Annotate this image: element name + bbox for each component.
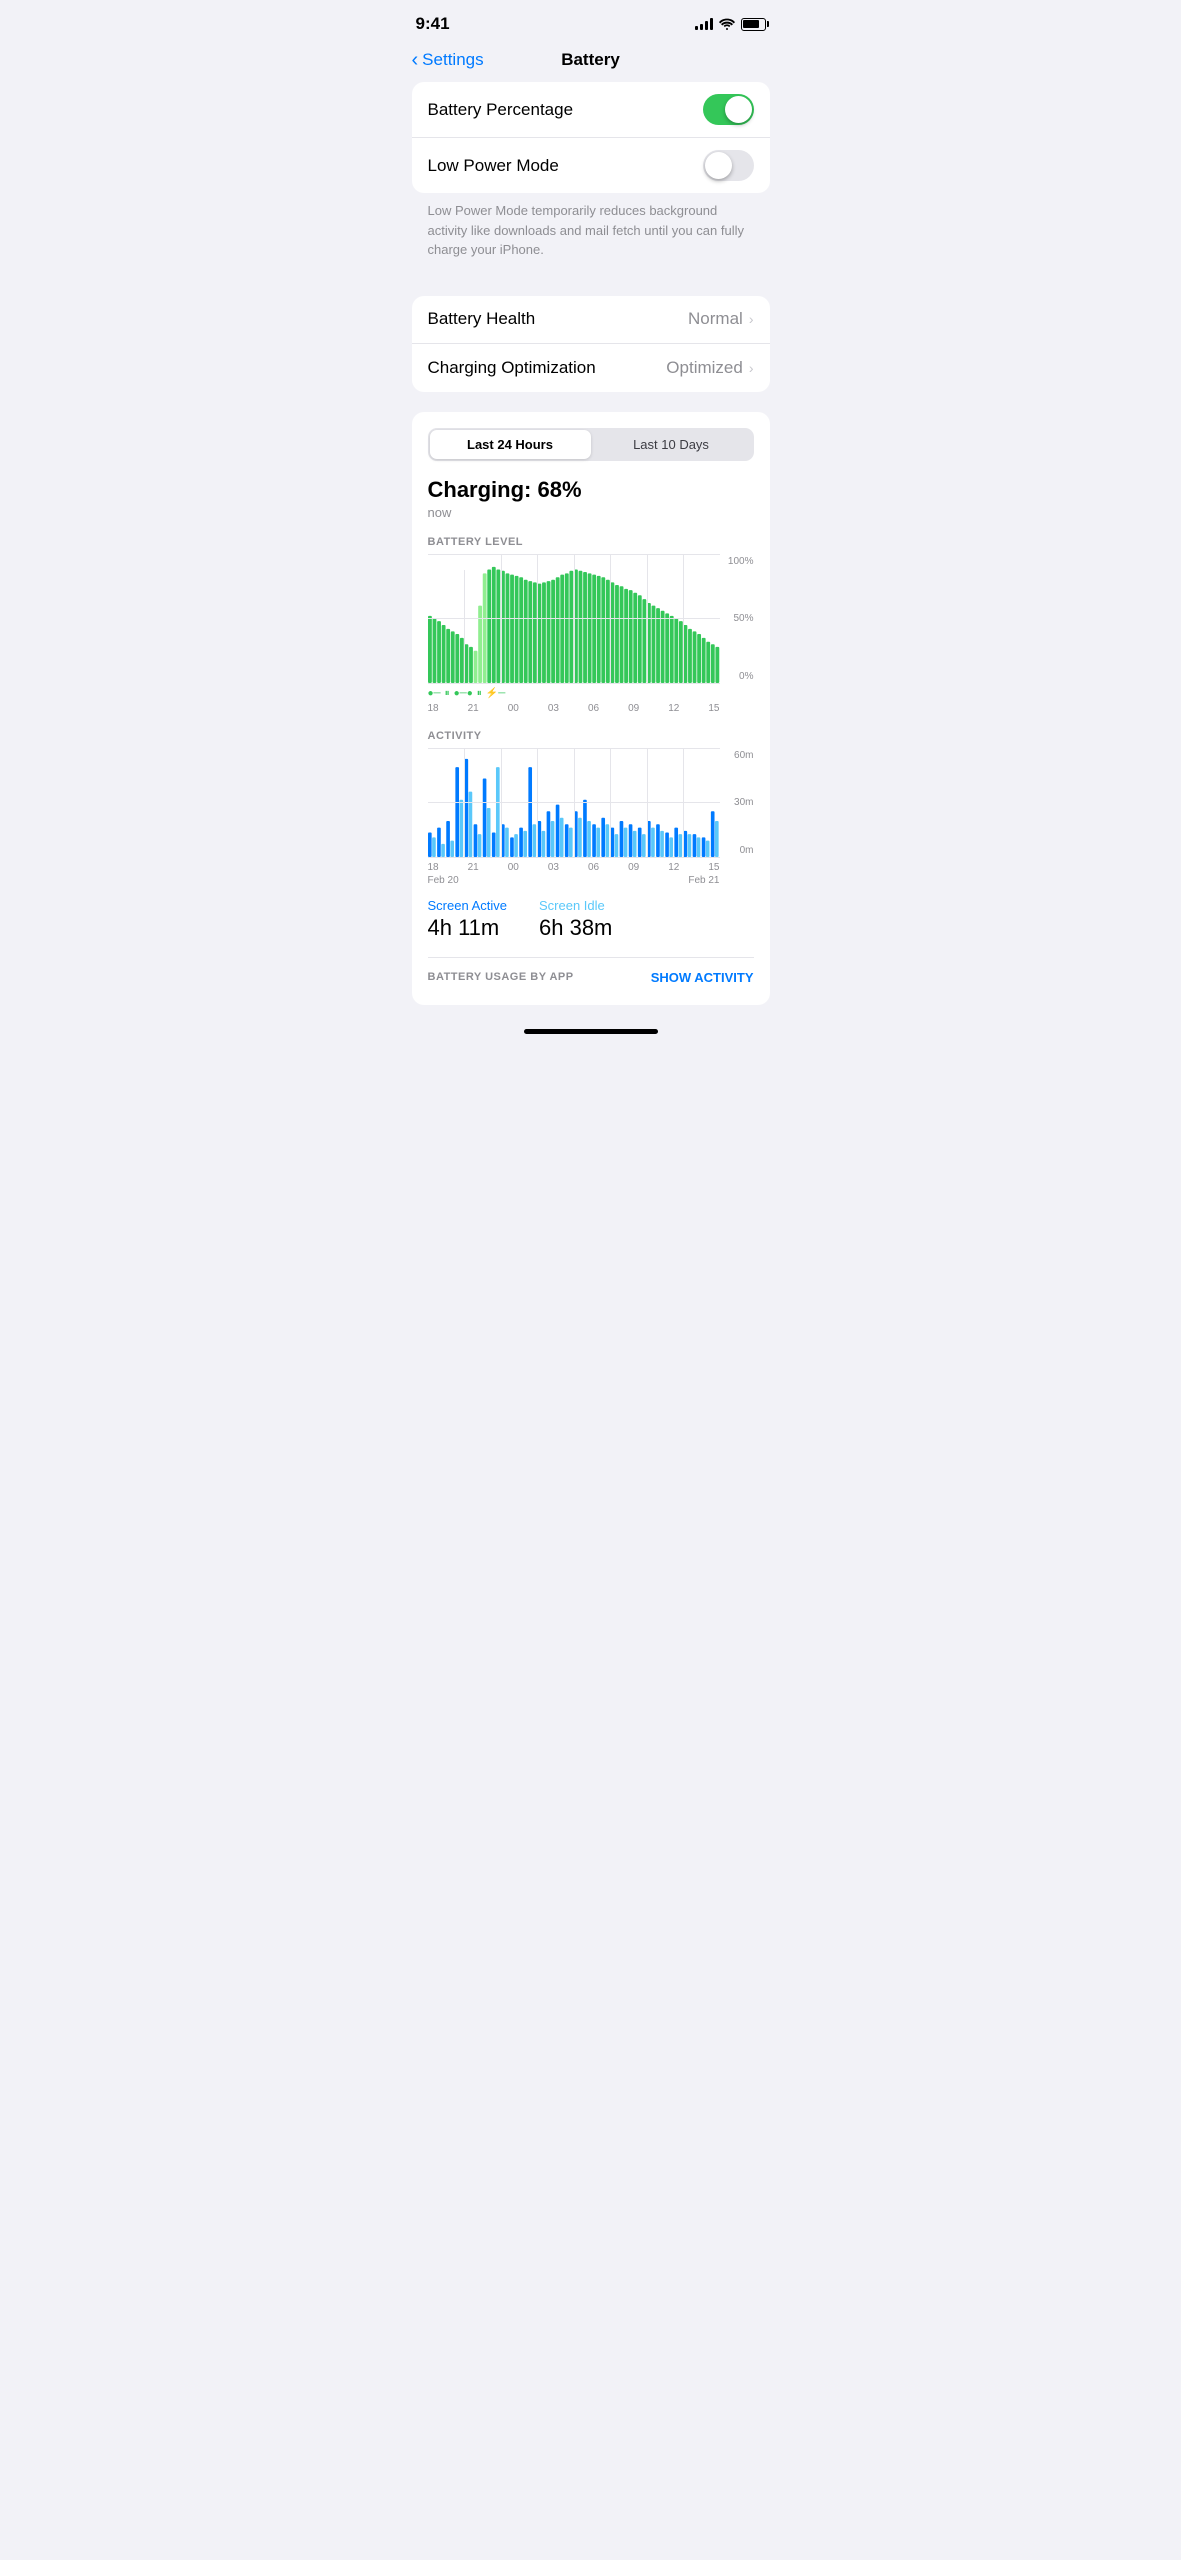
- x-label-21: 21: [468, 703, 479, 714]
- activity-x-labels: 18 21 00 03 06 09 12 15: [428, 858, 754, 873]
- x-label-03: 03: [548, 703, 559, 714]
- date-label-feb21: Feb 21: [688, 875, 719, 886]
- low-power-mode-label: Low Power Mode: [428, 156, 559, 176]
- ax-label-06: 06: [588, 862, 599, 873]
- home-indicator-bar: [524, 1029, 658, 1034]
- screen-active-stat: Screen Active 4h 11m: [428, 898, 508, 941]
- ax-label-21: 21: [468, 862, 479, 873]
- status-bar: 9:41: [396, 0, 786, 42]
- battery-level-label: BATTERY LEVEL: [428, 536, 754, 548]
- battery-health-label: Battery Health: [428, 309, 536, 329]
- y-label-0: 0%: [722, 671, 754, 682]
- battery-usage-footer: BATTERY USAGE BY APP SHOW ACTIVITY: [428, 957, 754, 989]
- signal-icon: [695, 18, 713, 30]
- y-label-100: 100%: [722, 556, 754, 567]
- y-label-60m: 60m: [722, 750, 754, 761]
- ax-label-15: 15: [708, 862, 719, 873]
- screen-stats: Screen Active 4h 11m Screen Idle 6h 38m: [428, 898, 754, 941]
- date-labels: Feb 20 Feb 21: [428, 873, 754, 886]
- screen-active-value: 4h 11m: [428, 915, 508, 941]
- y-label-50: 50%: [722, 613, 754, 624]
- toggle-thumb: [725, 96, 752, 123]
- health-card: Battery Health Normal › Charging Optimiz…: [412, 296, 770, 392]
- chart-card: Last 24 Hours Last 10 Days Charging: 68%…: [412, 412, 770, 1005]
- x-label-06: 06: [588, 703, 599, 714]
- low-power-mode-toggle[interactable]: [703, 150, 754, 181]
- battery-percentage-label: Battery Percentage: [428, 100, 574, 120]
- activity-chart: ACTIVITY 60m 30m 0m: [428, 730, 754, 886]
- pause-icon-2: ⏸: [477, 688, 482, 699]
- chevron-left-icon: ‹: [412, 50, 419, 70]
- charging-info: Charging: 68% now: [428, 477, 754, 520]
- back-label: Settings: [422, 50, 483, 70]
- y-label-0m: 0m: [722, 845, 754, 856]
- battery-status-icon: [741, 18, 766, 31]
- activity-bars-svg: [428, 748, 720, 857]
- charging-optimization-row[interactable]: Charging Optimization Optimized ›: [412, 344, 770, 392]
- segment-control[interactable]: Last 24 Hours Last 10 Days: [428, 428, 754, 461]
- charging-time: now: [428, 505, 754, 520]
- screen-active-label: Screen Active: [428, 898, 508, 913]
- x-label-15: 15: [708, 703, 719, 714]
- battery-level-chart: BATTERY LEVEL 100% 50% 0%: [428, 536, 754, 714]
- charging-percentage: Charging: 68%: [428, 477, 754, 503]
- battery-x-labels: 18 21 00 03 06 09 12 15: [428, 699, 754, 714]
- charging-optimization-label: Charging Optimization: [428, 358, 596, 378]
- battery-percentage-row[interactable]: Battery Percentage: [412, 82, 770, 138]
- ax-label-12: 12: [668, 862, 679, 873]
- ax-label-00: 00: [508, 862, 519, 873]
- x-label-00: 00: [508, 703, 519, 714]
- wifi-icon: [719, 18, 735, 30]
- show-activity-button[interactable]: SHOW ACTIVITY: [651, 970, 754, 985]
- home-indicator: [396, 1021, 786, 1038]
- charging-icons-row: ●─ ⏸ ●─● ⏸ ⚡─: [428, 684, 754, 699]
- activity-bars-area: [428, 748, 720, 858]
- ax-label-03: 03: [548, 862, 559, 873]
- battery-percentage-toggle[interactable]: [703, 94, 754, 125]
- ax-label-18: 18: [428, 862, 439, 873]
- chevron-right-icon-2: ›: [749, 360, 754, 376]
- activity-chart-wrapper: 60m 30m 0m: [428, 748, 754, 858]
- y-label-30m: 30m: [722, 797, 754, 808]
- battery-chart-wrapper: 100% 50% 0%: [428, 554, 754, 684]
- x-label-18: 18: [428, 703, 439, 714]
- settings-group-health: Battery Health Normal › Charging Optimiz…: [412, 296, 770, 392]
- back-button[interactable]: ‹ Settings: [412, 50, 484, 70]
- screen-idle-stat: Screen Idle 6h 38m: [539, 898, 612, 941]
- bolt-icon: ⚡─: [486, 688, 506, 699]
- battery-usage-label: BATTERY USAGE BY APP: [428, 971, 574, 983]
- page-title: Battery: [561, 50, 620, 70]
- ax-label-09: 09: [628, 862, 639, 873]
- dots-icon: ●─●: [454, 688, 473, 699]
- charging-optimization-value: Optimized ›: [666, 358, 753, 378]
- toggle-thumb-lpm: [705, 152, 732, 179]
- date-label-feb20: Feb 20: [428, 875, 459, 886]
- screen-idle-label: Screen Idle: [539, 898, 612, 913]
- battery-bars-area: [428, 554, 720, 684]
- activity-y-labels: 60m 30m 0m: [722, 748, 754, 858]
- nav-bar: ‹ Settings Battery: [396, 42, 786, 82]
- pause-icon: ⏸: [445, 688, 450, 699]
- settings-group-toggles: Battery Percentage Low Power Mode Low Po…: [412, 82, 770, 276]
- chevron-right-icon: ›: [749, 311, 754, 327]
- y-labels: 100% 50% 0%: [722, 554, 754, 684]
- screen-idle-value: 6h 38m: [539, 915, 612, 941]
- x-label-09: 09: [628, 703, 639, 714]
- low-power-mode-row[interactable]: Low Power Mode: [412, 138, 770, 193]
- battery-bars-svg: [428, 554, 720, 683]
- low-power-mode-description: Low Power Mode temporarily reduces backg…: [412, 193, 770, 276]
- battery-health-value: Normal ›: [688, 309, 753, 329]
- status-icons: [695, 18, 766, 31]
- battery-health-row[interactable]: Battery Health Normal ›: [412, 296, 770, 344]
- status-time: 9:41: [416, 14, 450, 34]
- segment-last-24h[interactable]: Last 24 Hours: [430, 430, 591, 459]
- toggles-card: Battery Percentage Low Power Mode: [412, 82, 770, 193]
- x-label-12: 12: [668, 703, 679, 714]
- segment-last-10d[interactable]: Last 10 Days: [591, 430, 752, 459]
- activity-label: ACTIVITY: [428, 730, 754, 742]
- plug-icon: ●─: [428, 688, 441, 699]
